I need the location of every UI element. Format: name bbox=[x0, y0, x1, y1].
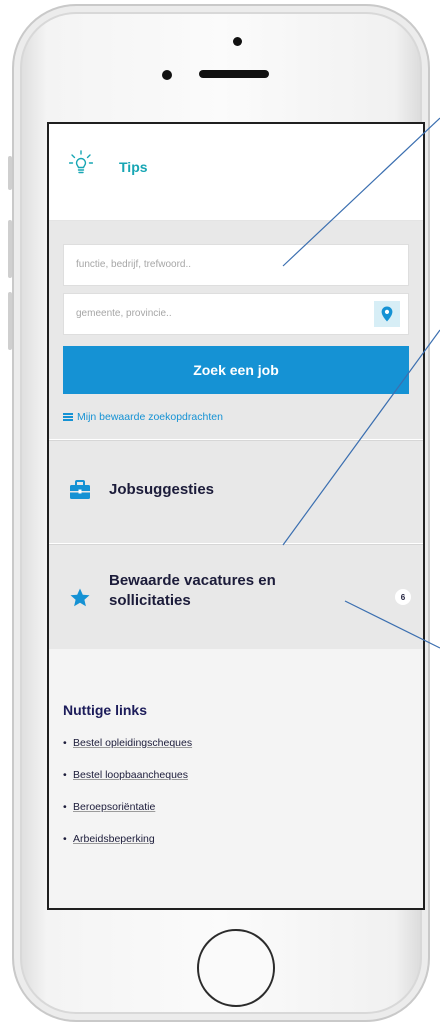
useful-links-section: Nuttige links • Bestel opleidingscheques … bbox=[49, 649, 423, 908]
bullet: • bbox=[63, 801, 67, 813]
saved-vacancies-title-line1: Bewaarde vacatures en bbox=[109, 572, 276, 589]
bullet: • bbox=[63, 833, 67, 845]
location-pin-icon[interactable] bbox=[374, 301, 400, 327]
front-camera bbox=[233, 37, 242, 46]
link-item[interactable]: • Arbeidsbeperking bbox=[63, 833, 192, 865]
useful-links-title: Nuttige links bbox=[63, 702, 148, 718]
saved-count-badge: 6 bbox=[395, 589, 411, 605]
link-arbeidsbeperking[interactable]: Arbeidsbeperking bbox=[73, 833, 155, 845]
link-loopbaancheques[interactable]: Bestel loopbaancheques bbox=[73, 769, 188, 781]
saved-searches-label: Mijn bewaarde zoekopdrachten bbox=[77, 411, 223, 423]
job-suggestions-card[interactable]: Jobsuggesties bbox=[49, 440, 423, 543]
earpiece-speaker bbox=[199, 70, 269, 78]
search-job-button[interactable]: Zoek een job bbox=[63, 346, 409, 394]
saved-vacancies-card[interactable]: Bewaarde vacatures en sollicitaties 6 bbox=[49, 544, 423, 649]
tips-bar[interactable]: Tips bbox=[49, 124, 423, 221]
bullet: • bbox=[63, 737, 67, 749]
volume-down-button bbox=[8, 292, 12, 350]
job-search-placeholder: functie, bedrijf, trefwoord.. bbox=[76, 259, 192, 270]
useful-links-list: • Bestel opleidingscheques • Bestel loopba… bbox=[63, 737, 192, 865]
volume-up-button bbox=[8, 220, 12, 278]
link-item[interactable]: • Beroepsoriëntatie bbox=[63, 801, 192, 833]
tips-label: Tips bbox=[119, 159, 148, 175]
location-placeholder: gemeente, provincie.. bbox=[76, 308, 172, 319]
saved-searches-link[interactable]: Mijn bewaarde zoekopdrachten bbox=[63, 411, 223, 423]
mute-switch bbox=[8, 156, 12, 190]
app-screen: Tips functie, bedrijf, trefwoord.. gemee… bbox=[47, 122, 425, 910]
link-beroepsorientatie[interactable]: Beroepsoriëntatie bbox=[73, 801, 155, 813]
link-item[interactable]: • Bestel opleidingscheques bbox=[63, 737, 192, 769]
job-search-input[interactable]: functie, bedrijf, trefwoord.. bbox=[63, 244, 409, 286]
search-panel: functie, bedrijf, trefwoord.. gemeente, … bbox=[49, 221, 423, 439]
bullet: • bbox=[63, 769, 67, 781]
star-icon bbox=[70, 588, 90, 607]
proximity-sensor bbox=[162, 70, 172, 80]
saved-vacancies-title-line2: sollicitaties bbox=[109, 592, 191, 609]
briefcase-icon bbox=[70, 480, 90, 499]
link-opleidingscheques[interactable]: Bestel opleidingscheques bbox=[73, 737, 192, 749]
job-suggestions-title: Jobsuggesties bbox=[109, 481, 215, 498]
lightbulb-icon bbox=[69, 150, 93, 174]
link-item[interactable]: • Bestel loopbaancheques bbox=[63, 769, 192, 801]
location-input[interactable]: gemeente, provincie.. bbox=[63, 293, 409, 335]
home-button[interactable] bbox=[197, 929, 275, 1007]
list-icon bbox=[63, 413, 73, 421]
